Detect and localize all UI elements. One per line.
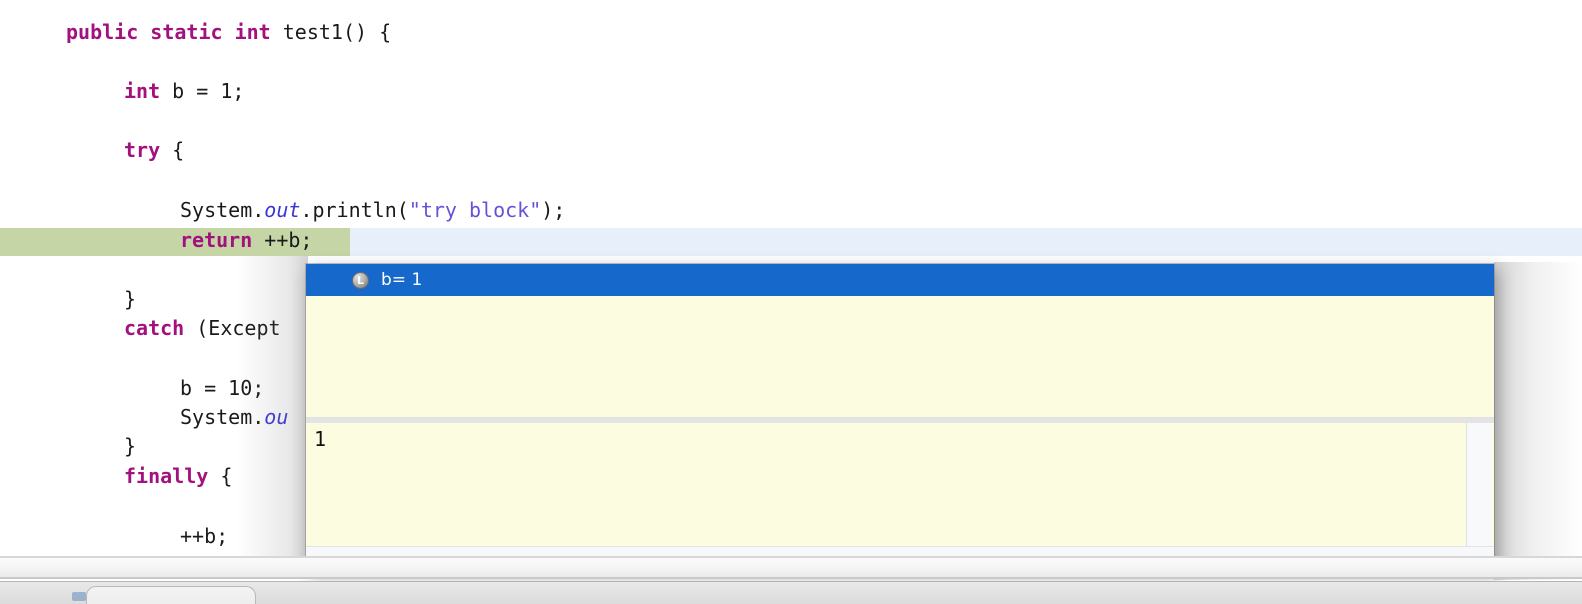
code-line: try {	[0, 136, 1582, 165]
code-token: 1	[220, 79, 233, 103]
code-token: try	[124, 138, 161, 162]
code-token: }	[124, 434, 137, 458]
code-line: System.out.println("try block");	[0, 196, 1582, 225]
code-line: public static int test1() {	[0, 18, 1582, 47]
code-token: finally	[124, 464, 209, 488]
tool-window-tab[interactable]	[86, 586, 256, 604]
code-token: catch	[124, 316, 185, 340]
popup-variable-label: b= 1	[381, 270, 423, 290]
code-token: int	[234, 20, 271, 44]
code-token: out	[264, 198, 301, 222]
popup-value-text: 1	[314, 427, 327, 451]
code-token: 10	[228, 376, 253, 400]
code-line-text: ++b;	[0, 522, 228, 551]
debugger-value-popup[interactable]: b= 1 1	[306, 264, 1494, 572]
code-line-text: return ++b;	[0, 226, 312, 255]
code-line-text: public static int test1() {	[0, 18, 391, 47]
code-line-text: try {	[0, 136, 184, 165]
code-token: System.	[180, 198, 265, 222]
code-line-text: System.out.println("try block");	[0, 196, 565, 225]
code-token: );	[541, 198, 566, 222]
code-token: public	[66, 20, 139, 44]
popup-value-pane[interactable]: 1	[306, 423, 1494, 546]
code-token: ++b;	[180, 524, 229, 548]
code-token: ;	[232, 79, 245, 103]
code-line-text: }	[0, 432, 136, 461]
code-token: ou	[264, 405, 289, 429]
ide-editor-screen: public static int test1() {int b = 1; try…	[0, 0, 1582, 604]
code-token: return	[180, 228, 253, 252]
code-token: .println(	[300, 198, 409, 222]
code-line-text: int b = 1;	[0, 77, 244, 106]
code-line-text: finally {	[0, 462, 232, 491]
code-line-text: b = 10;	[0, 374, 264, 403]
code-token: {	[160, 138, 185, 162]
code-token: static	[150, 20, 223, 44]
code-token: {	[208, 464, 233, 488]
code-token: b =	[160, 79, 221, 103]
code-token: b =	[180, 376, 229, 400]
editor-status-strip	[0, 558, 1582, 578]
code-line-text: catch (Except	[0, 314, 281, 343]
popup-vertical-scrollbar[interactable]	[1466, 423, 1492, 546]
tool-window-tab-bar[interactable]	[0, 582, 1582, 604]
tool-window-divider-top	[0, 577, 1582, 579]
code-token: ;	[252, 376, 265, 400]
code-token: }	[124, 287, 137, 311]
code-token: System.	[180, 405, 265, 429]
popup-selected-variable-row[interactable]: b= 1	[306, 264, 1494, 296]
tool-window-tab-icon	[72, 592, 86, 601]
code-token: test1() {	[282, 20, 392, 44]
code-line: return ++b;	[0, 226, 1582, 255]
code-token: ++b;	[252, 228, 313, 252]
popup-variables-tree[interactable]	[306, 296, 1494, 418]
code-line: int b = 1;	[0, 77, 1582, 106]
code-token: (Except	[184, 316, 281, 340]
code-line-text: System.ou	[0, 403, 288, 432]
local-variable-sphere-icon	[352, 271, 369, 289]
code-line-text: }	[0, 285, 136, 314]
code-token: "try block"	[408, 198, 542, 222]
code-token: int	[124, 79, 161, 103]
